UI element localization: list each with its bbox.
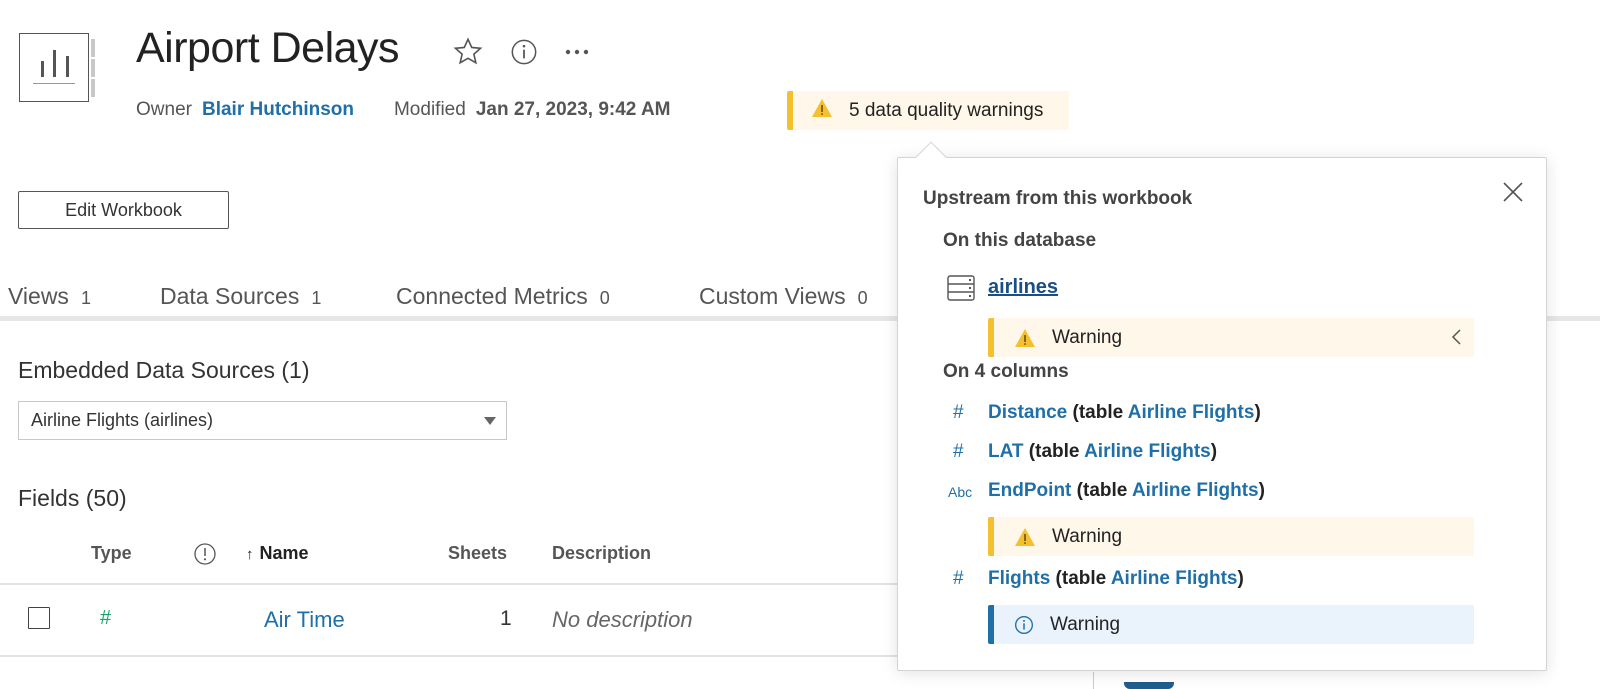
row-checkbox[interactable] — [28, 607, 50, 629]
table-divider — [0, 583, 900, 585]
columns-heading: On 4 columns — [943, 361, 1069, 382]
tab-custom-views[interactable]: Custom Views 0 — [699, 283, 868, 310]
number-type-icon: # — [953, 402, 964, 423]
workbook-icon-baseline — [33, 82, 75, 84]
warning-label: Warning — [1052, 326, 1123, 348]
tab-count: 0 — [857, 288, 868, 308]
tab-label: Data Sources — [160, 283, 300, 309]
warning-label: Warning — [1050, 613, 1121, 635]
workbook-icon-frame — [19, 33, 89, 102]
chevron-left-icon[interactable] — [1450, 327, 1462, 353]
database-heading: On this database — [943, 230, 1097, 251]
workbook-icon-bar — [66, 56, 69, 77]
page-title: Airport Delays — [136, 24, 400, 72]
info-icon — [1014, 615, 1034, 635]
column-warning[interactable]: Warning — [988, 517, 1474, 556]
workbook-icon-tab — [91, 79, 95, 97]
tab-count: 1 — [311, 288, 322, 308]
column-item: LAT (table Airline Flights) — [988, 441, 1218, 462]
data-source-select[interactable]: Airline Flights (airlines) — [18, 401, 507, 440]
column-link[interactable]: LAT — [988, 441, 1024, 462]
owner-label: Owner — [136, 99, 192, 120]
workbook-icon — [19, 33, 95, 103]
table-divider — [0, 655, 900, 657]
database-warning[interactable]: Warning — [988, 318, 1474, 357]
database-icon — [947, 275, 975, 306]
table-link[interactable]: Airline Flights — [1084, 441, 1211, 462]
column-header-name[interactable]: ↑ Name — [246, 543, 309, 564]
more-icon[interactable] — [564, 47, 590, 57]
info-icon[interactable] — [510, 38, 538, 66]
warning-icon — [1014, 527, 1036, 547]
column-info-warning[interactable]: Warning — [988, 605, 1474, 644]
tab-count: 1 — [80, 288, 91, 308]
column-item: Distance (table Airline Flights) — [988, 402, 1261, 423]
warning-label: Warning — [1052, 525, 1123, 547]
column-item: EndPoint (table Airline Flights) — [988, 480, 1265, 501]
fields-heading: Fields (50) — [18, 485, 127, 511]
tab-label: Views — [8, 283, 69, 309]
modified-value: Jan 27, 2023, 9:42 AM — [475, 99, 671, 120]
table-word: table — [1061, 568, 1107, 589]
table-link[interactable]: Airline Flights — [1128, 402, 1255, 423]
sort-ascending-icon: ↑ — [246, 546, 254, 563]
workbook-icon-bar — [53, 50, 56, 77]
table-word: table — [1078, 402, 1124, 423]
column-header-name-label: Name — [259, 543, 309, 563]
column-item: Flights (table Airline Flights) — [988, 568, 1244, 589]
partial-control — [1124, 682, 1174, 689]
table-word: table — [1083, 480, 1128, 501]
close-icon[interactable] — [1501, 180, 1525, 204]
modified-label: Modified — [393, 99, 466, 120]
divider — [1093, 672, 1094, 689]
database-link[interactable]: airlines — [988, 276, 1058, 299]
workbook-icon-bar — [41, 61, 44, 77]
field-name-link[interactable]: Air Time — [264, 607, 345, 633]
tab-connected-metrics[interactable]: Connected Metrics 0 — [396, 283, 610, 310]
tab-label: Custom Views — [699, 283, 846, 309]
tab-count: 0 — [599, 288, 610, 308]
text-type-icon: Abc — [948, 484, 973, 500]
tab-views[interactable]: Views 1 — [8, 283, 91, 310]
table-word: table — [1035, 441, 1080, 462]
workbook-icon-tab — [91, 59, 95, 77]
data-quality-badge[interactable]: 5 data quality warnings — [787, 91, 1069, 130]
warning-icon — [1014, 328, 1036, 348]
column-header-type[interactable]: Type — [91, 543, 132, 564]
table-link[interactable]: Airline Flights — [1111, 568, 1238, 589]
tab-data-sources[interactable]: Data Sources 1 — [160, 283, 321, 310]
column-link[interactable]: Distance — [988, 402, 1067, 423]
workbook-meta: Owner Blair Hutchinson Modified Jan 27, … — [136, 99, 671, 121]
title-actions — [452, 36, 590, 68]
data-quality-text: 5 data quality warnings — [849, 99, 1044, 121]
column-link[interactable]: Flights — [988, 568, 1050, 589]
data-source-selected: Airline Flights (airlines) — [31, 410, 214, 430]
number-type-icon: # — [100, 607, 112, 629]
field-description: No description — [552, 607, 693, 632]
warning-column-icon[interactable] — [193, 542, 217, 571]
edit-workbook-button[interactable]: Edit Workbook — [18, 191, 229, 229]
owner-link[interactable]: Blair Hutchinson — [202, 99, 354, 121]
field-sheets-count: 1 — [500, 607, 512, 630]
number-type-icon: # — [953, 441, 964, 462]
star-icon[interactable] — [452, 36, 484, 68]
popover-title: Upstream from this workbook — [923, 188, 1193, 209]
workbook-icon-tab — [91, 39, 95, 57]
number-type-icon: # — [953, 568, 964, 589]
column-link[interactable]: EndPoint — [988, 480, 1071, 501]
warning-icon — [811, 98, 833, 124]
tab-label: Connected Metrics — [396, 283, 588, 309]
table-link[interactable]: Airline Flights — [1132, 480, 1259, 501]
column-header-sheets[interactable]: Sheets — [448, 543, 507, 564]
chevron-down-icon — [484, 417, 496, 425]
column-header-description[interactable]: Description — [552, 543, 651, 564]
embedded-data-sources-heading: Embedded Data Sources (1) — [18, 357, 310, 383]
